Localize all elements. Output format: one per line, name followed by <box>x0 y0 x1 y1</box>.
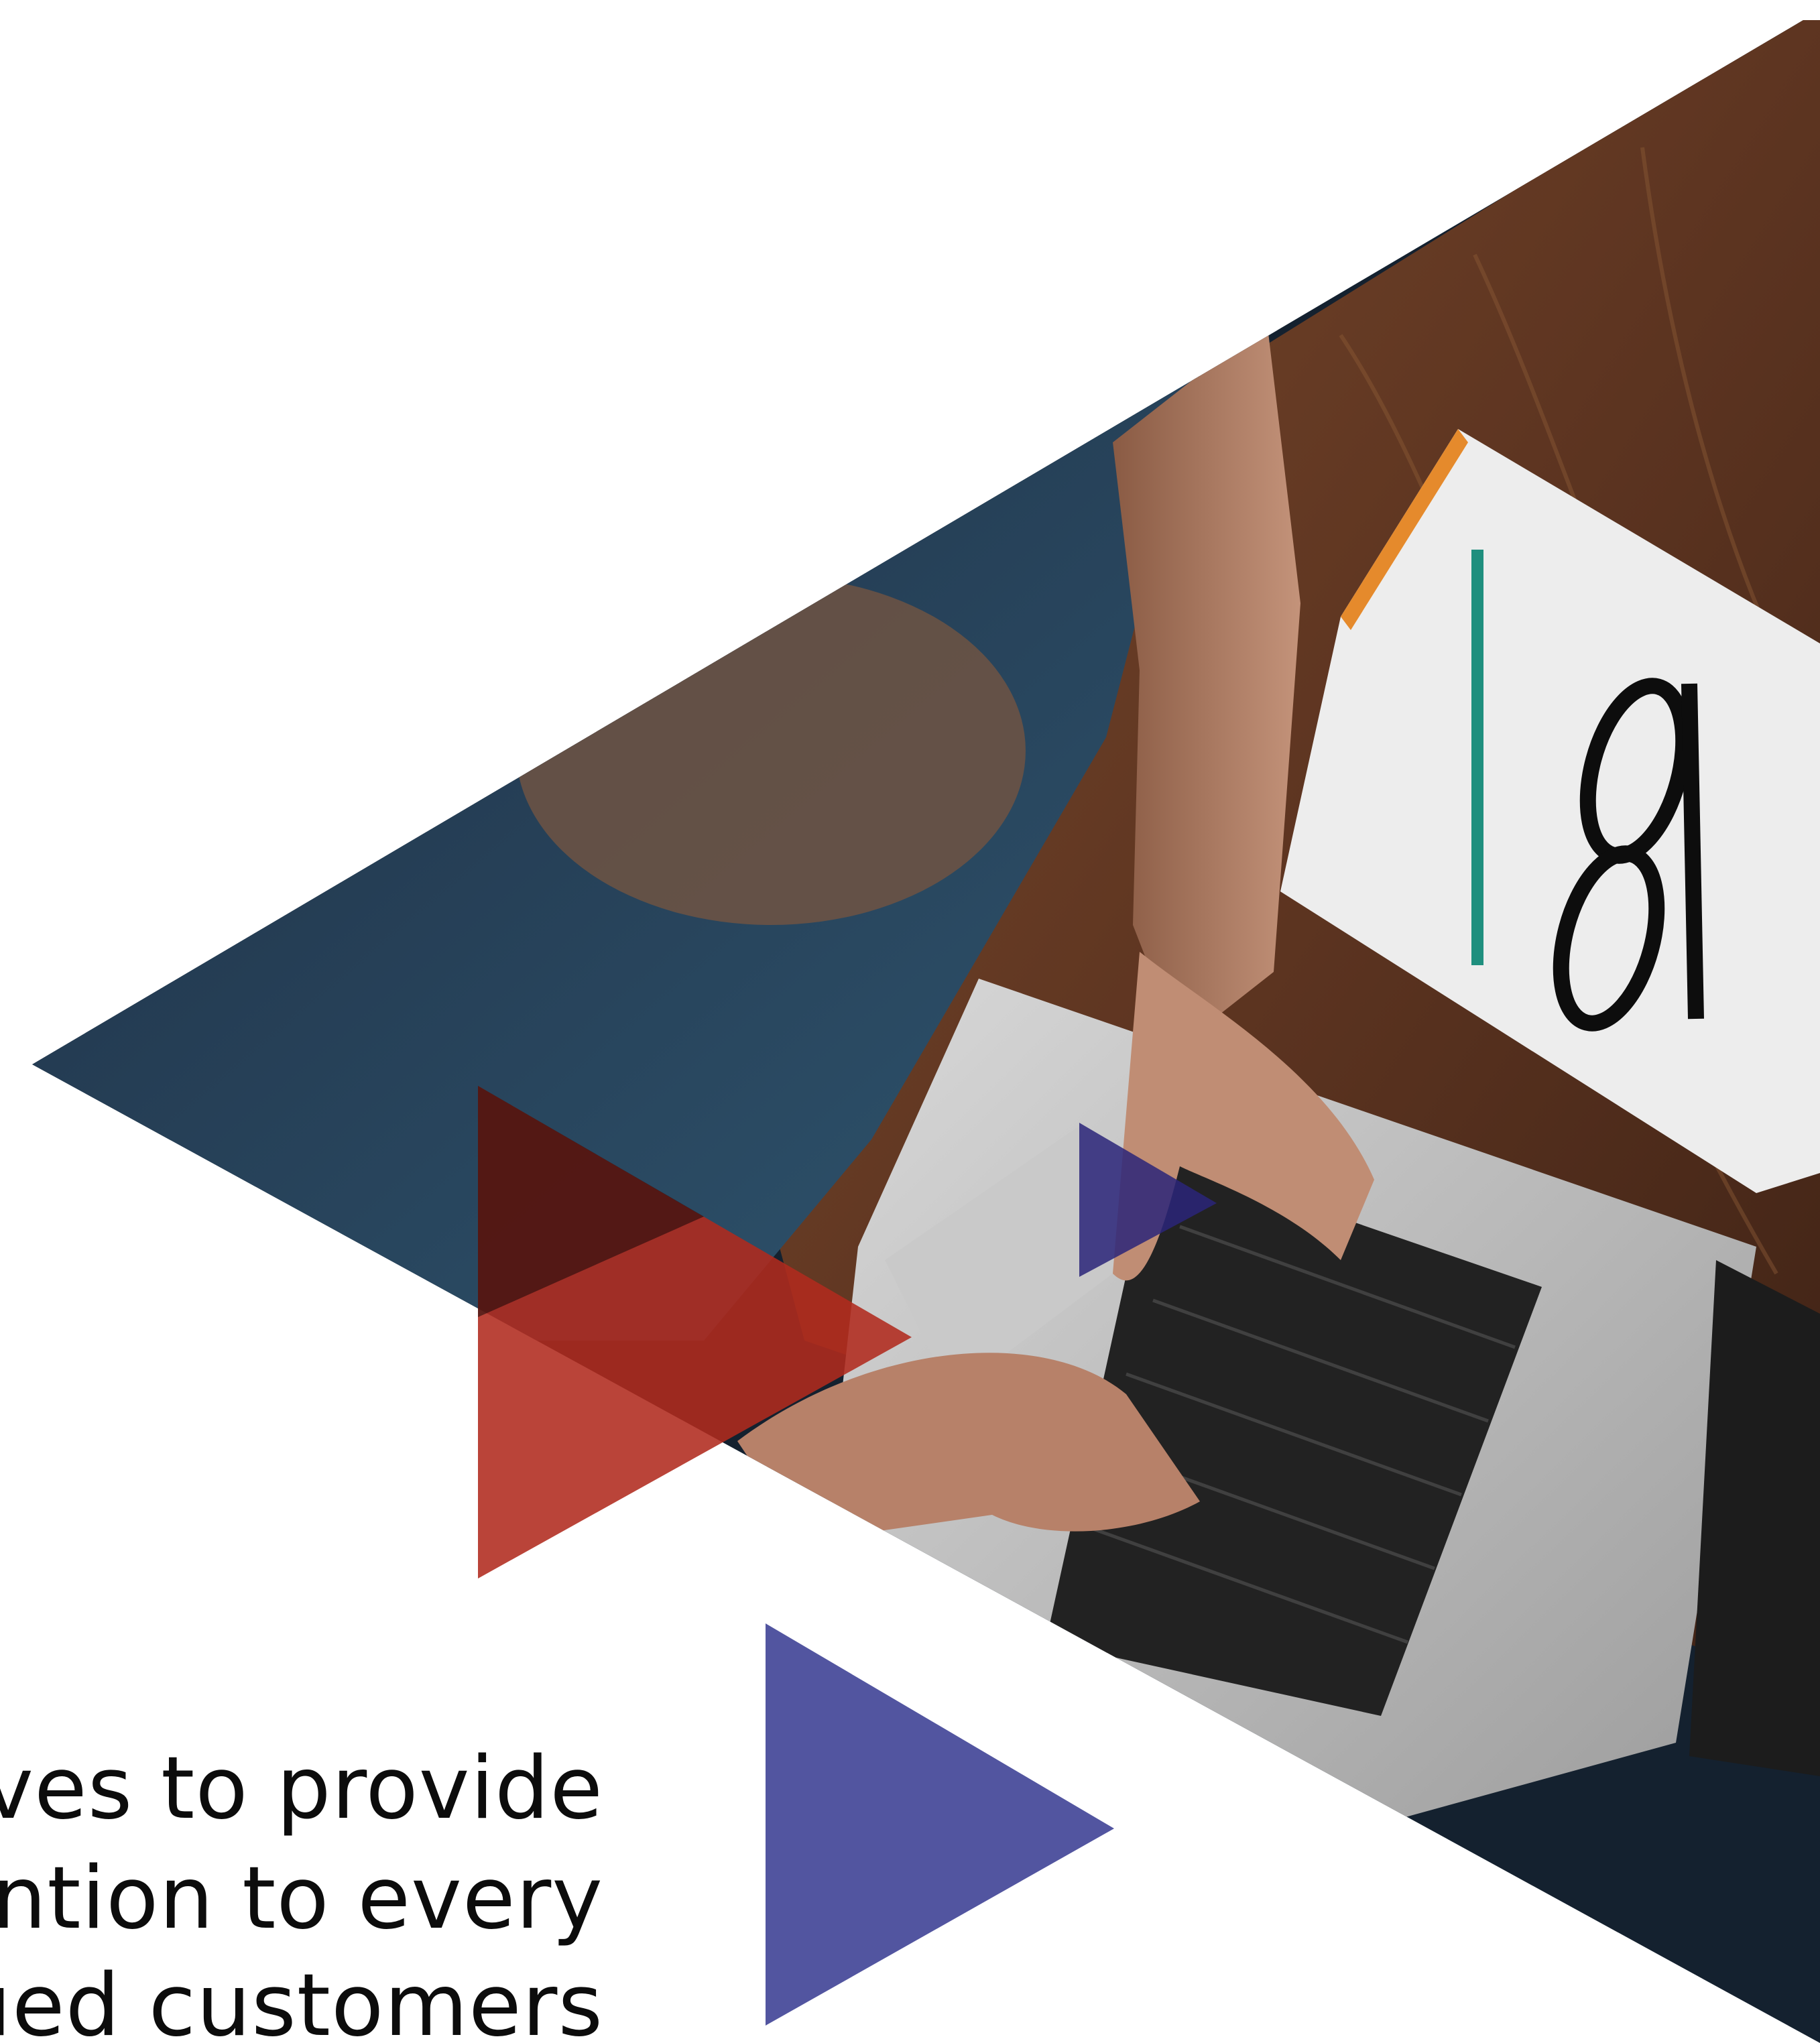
pencil <box>1471 550 1483 965</box>
tagline-line-3: alued customers <box>0 1956 603 2043</box>
tagline-line-2: tention to every <box>0 1849 603 1948</box>
tagline-line-1: trives to provide <box>0 1739 603 1839</box>
person-hair <box>516 576 1026 925</box>
person-arm <box>1113 322 1300 1046</box>
tagline-text-block: trives to provide tention to every alued… <box>0 1713 603 2043</box>
blue-play-triangle <box>766 1623 1114 2026</box>
